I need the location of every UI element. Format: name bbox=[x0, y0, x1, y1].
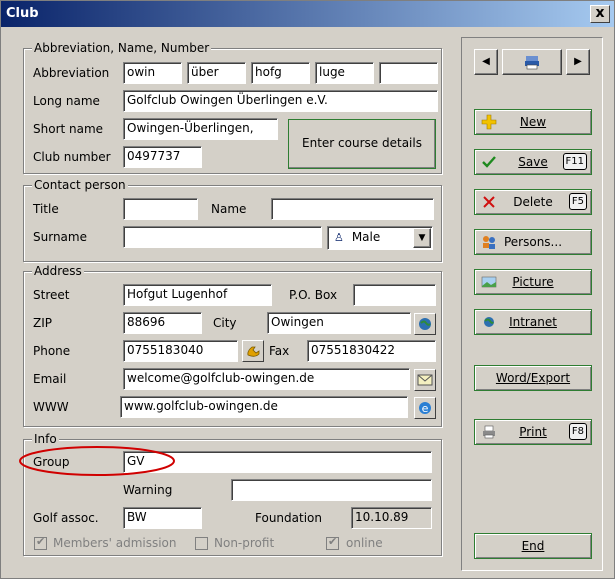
po-box-label: P.O. Box bbox=[289, 288, 338, 302]
abbreviation-field-1[interactable]: owin bbox=[123, 62, 182, 84]
persons-label: Persons... bbox=[503, 235, 563, 249]
enter-course-details-label: Enter course details bbox=[302, 136, 422, 150]
warning-field[interactable] bbox=[231, 479, 432, 501]
address-legend: Address bbox=[32, 264, 84, 278]
browser-icon[interactable]: e bbox=[414, 397, 436, 419]
printer-icon bbox=[525, 56, 539, 70]
phone-label: Phone bbox=[33, 344, 71, 358]
intranet-label: Intranet bbox=[509, 315, 557, 329]
email-label: Email bbox=[33, 372, 67, 386]
delete-shortcut: F5 bbox=[568, 193, 587, 210]
name-field[interactable] bbox=[271, 198, 434, 220]
www-field[interactable]: www.golfclub-owingen.de bbox=[120, 396, 408, 418]
new-label: New bbox=[519, 115, 547, 129]
gender-value: Male bbox=[351, 230, 381, 244]
surname-field[interactable] bbox=[123, 226, 322, 248]
people-icon bbox=[483, 236, 495, 249]
city-field[interactable]: Owingen bbox=[267, 312, 411, 334]
globe-icon[interactable] bbox=[414, 313, 436, 335]
street-label: Street bbox=[33, 288, 70, 302]
save-button[interactable]: Save F11 bbox=[474, 149, 592, 175]
golf-assoc-label: Golf assoc. bbox=[33, 511, 99, 525]
short-name-field[interactable]: Owingen-Überlingen, bbox=[123, 118, 278, 140]
abbreviation-field-2[interactable]: über bbox=[187, 62, 246, 84]
members-admission-label: Members' admission bbox=[53, 536, 177, 550]
svg-text:e: e bbox=[422, 402, 429, 415]
phone-dial-icon[interactable] bbox=[242, 340, 264, 362]
abbreviation-field-4[interactable]: luge bbox=[315, 62, 374, 84]
contact-person-legend: Contact person bbox=[32, 178, 128, 192]
email-field[interactable]: welcome@golfclub-owingen.de bbox=[123, 368, 410, 390]
plus-icon bbox=[481, 114, 497, 130]
chevron-down-icon[interactable]: ▼ bbox=[413, 228, 431, 248]
title-bar: Club x bbox=[1, 1, 614, 27]
city-label: City bbox=[213, 316, 237, 330]
club-number-field[interactable]: 0497737 bbox=[123, 146, 202, 168]
contact-person-group: Contact person bbox=[23, 178, 442, 262]
warning-label: Warning bbox=[123, 483, 173, 497]
long-name-label: Long name bbox=[33, 94, 100, 108]
word-export-button[interactable]: Word/Export bbox=[474, 365, 592, 391]
persons-button[interactable]: Persons... bbox=[474, 229, 592, 255]
surname-label: Surname bbox=[33, 230, 87, 244]
zip-label: ZIP bbox=[33, 316, 52, 330]
save-label: Save bbox=[518, 155, 548, 169]
online-label: online bbox=[346, 536, 383, 550]
title-label: Title bbox=[33, 202, 59, 216]
next-record-button[interactable]: ▶ bbox=[566, 49, 590, 75]
foundation-field: 10.10.89 bbox=[351, 507, 432, 529]
print-shortcut: F8 bbox=[568, 423, 587, 440]
picture-icon bbox=[481, 276, 497, 288]
picture-label: Picture bbox=[512, 275, 554, 289]
print-button[interactable]: Print F8 bbox=[474, 419, 592, 445]
word-export-label: Word/Export bbox=[495, 371, 571, 385]
delete-button[interactable]: Delete F5 bbox=[474, 189, 592, 215]
fax-label: Fax bbox=[269, 344, 290, 358]
zip-field[interactable]: 88696 bbox=[123, 312, 202, 334]
checkmark-icon bbox=[482, 156, 496, 168]
abbreviation-field-5[interactable] bbox=[379, 62, 438, 84]
name-label: Name bbox=[211, 202, 247, 216]
highlight-ellipse bbox=[19, 446, 175, 476]
window-title: Club bbox=[6, 6, 39, 21]
foundation-label: Foundation bbox=[255, 511, 322, 525]
intranet-button[interactable]: Intranet bbox=[474, 309, 592, 335]
phone-field[interactable]: 0755183040 bbox=[123, 340, 238, 362]
end-label: End bbox=[521, 539, 545, 553]
abbreviation-group-legend: Abbreviation, Name, Number bbox=[32, 41, 212, 55]
person-icon: ♙ bbox=[334, 231, 344, 244]
non-profit-label: Non-profit bbox=[214, 536, 275, 550]
club-number-label: Club number bbox=[33, 150, 111, 164]
abbreviation-label: Abbreviation bbox=[33, 66, 110, 80]
save-shortcut: F11 bbox=[562, 153, 587, 170]
printer-icon bbox=[483, 425, 495, 439]
gender-select[interactable]: ♙ Male ▼ bbox=[327, 226, 433, 250]
po-box-field[interactable] bbox=[353, 284, 436, 306]
online-checkbox[interactable] bbox=[326, 535, 339, 550]
enter-course-details-button[interactable]: Enter course details bbox=[288, 119, 436, 169]
globe-icon bbox=[484, 317, 494, 327]
golf-assoc-field[interactable]: BW bbox=[123, 507, 202, 529]
picture-button[interactable]: Picture bbox=[474, 269, 592, 295]
long-name-field[interactable]: Golfclub Owingen Überlingen e.V. bbox=[123, 90, 438, 112]
new-button[interactable]: New bbox=[474, 109, 592, 135]
www-label: WWW bbox=[33, 400, 69, 414]
envelope-icon[interactable] bbox=[414, 369, 436, 391]
cross-icon bbox=[483, 196, 495, 208]
title-field[interactable] bbox=[123, 198, 198, 220]
short-name-label: Short name bbox=[33, 122, 104, 136]
end-button[interactable]: End bbox=[474, 533, 592, 559]
club-window: Club x Abbreviation, Name, Number Abbrev… bbox=[0, 0, 615, 579]
delete-label: Delete bbox=[513, 195, 553, 209]
print-preview-button[interactable] bbox=[502, 49, 562, 75]
fax-field[interactable]: 07551830422 bbox=[307, 340, 436, 362]
abbreviation-field-3[interactable]: hofg bbox=[251, 62, 310, 84]
previous-record-button[interactable]: ◀ bbox=[474, 49, 498, 75]
print-label: Print bbox=[519, 425, 547, 439]
street-field[interactable]: Hofgut Lugenhof bbox=[123, 284, 272, 306]
non-profit-checkbox[interactable] bbox=[195, 537, 208, 550]
close-button[interactable]: x bbox=[590, 5, 610, 23]
members-admission-checkbox[interactable] bbox=[34, 535, 47, 550]
